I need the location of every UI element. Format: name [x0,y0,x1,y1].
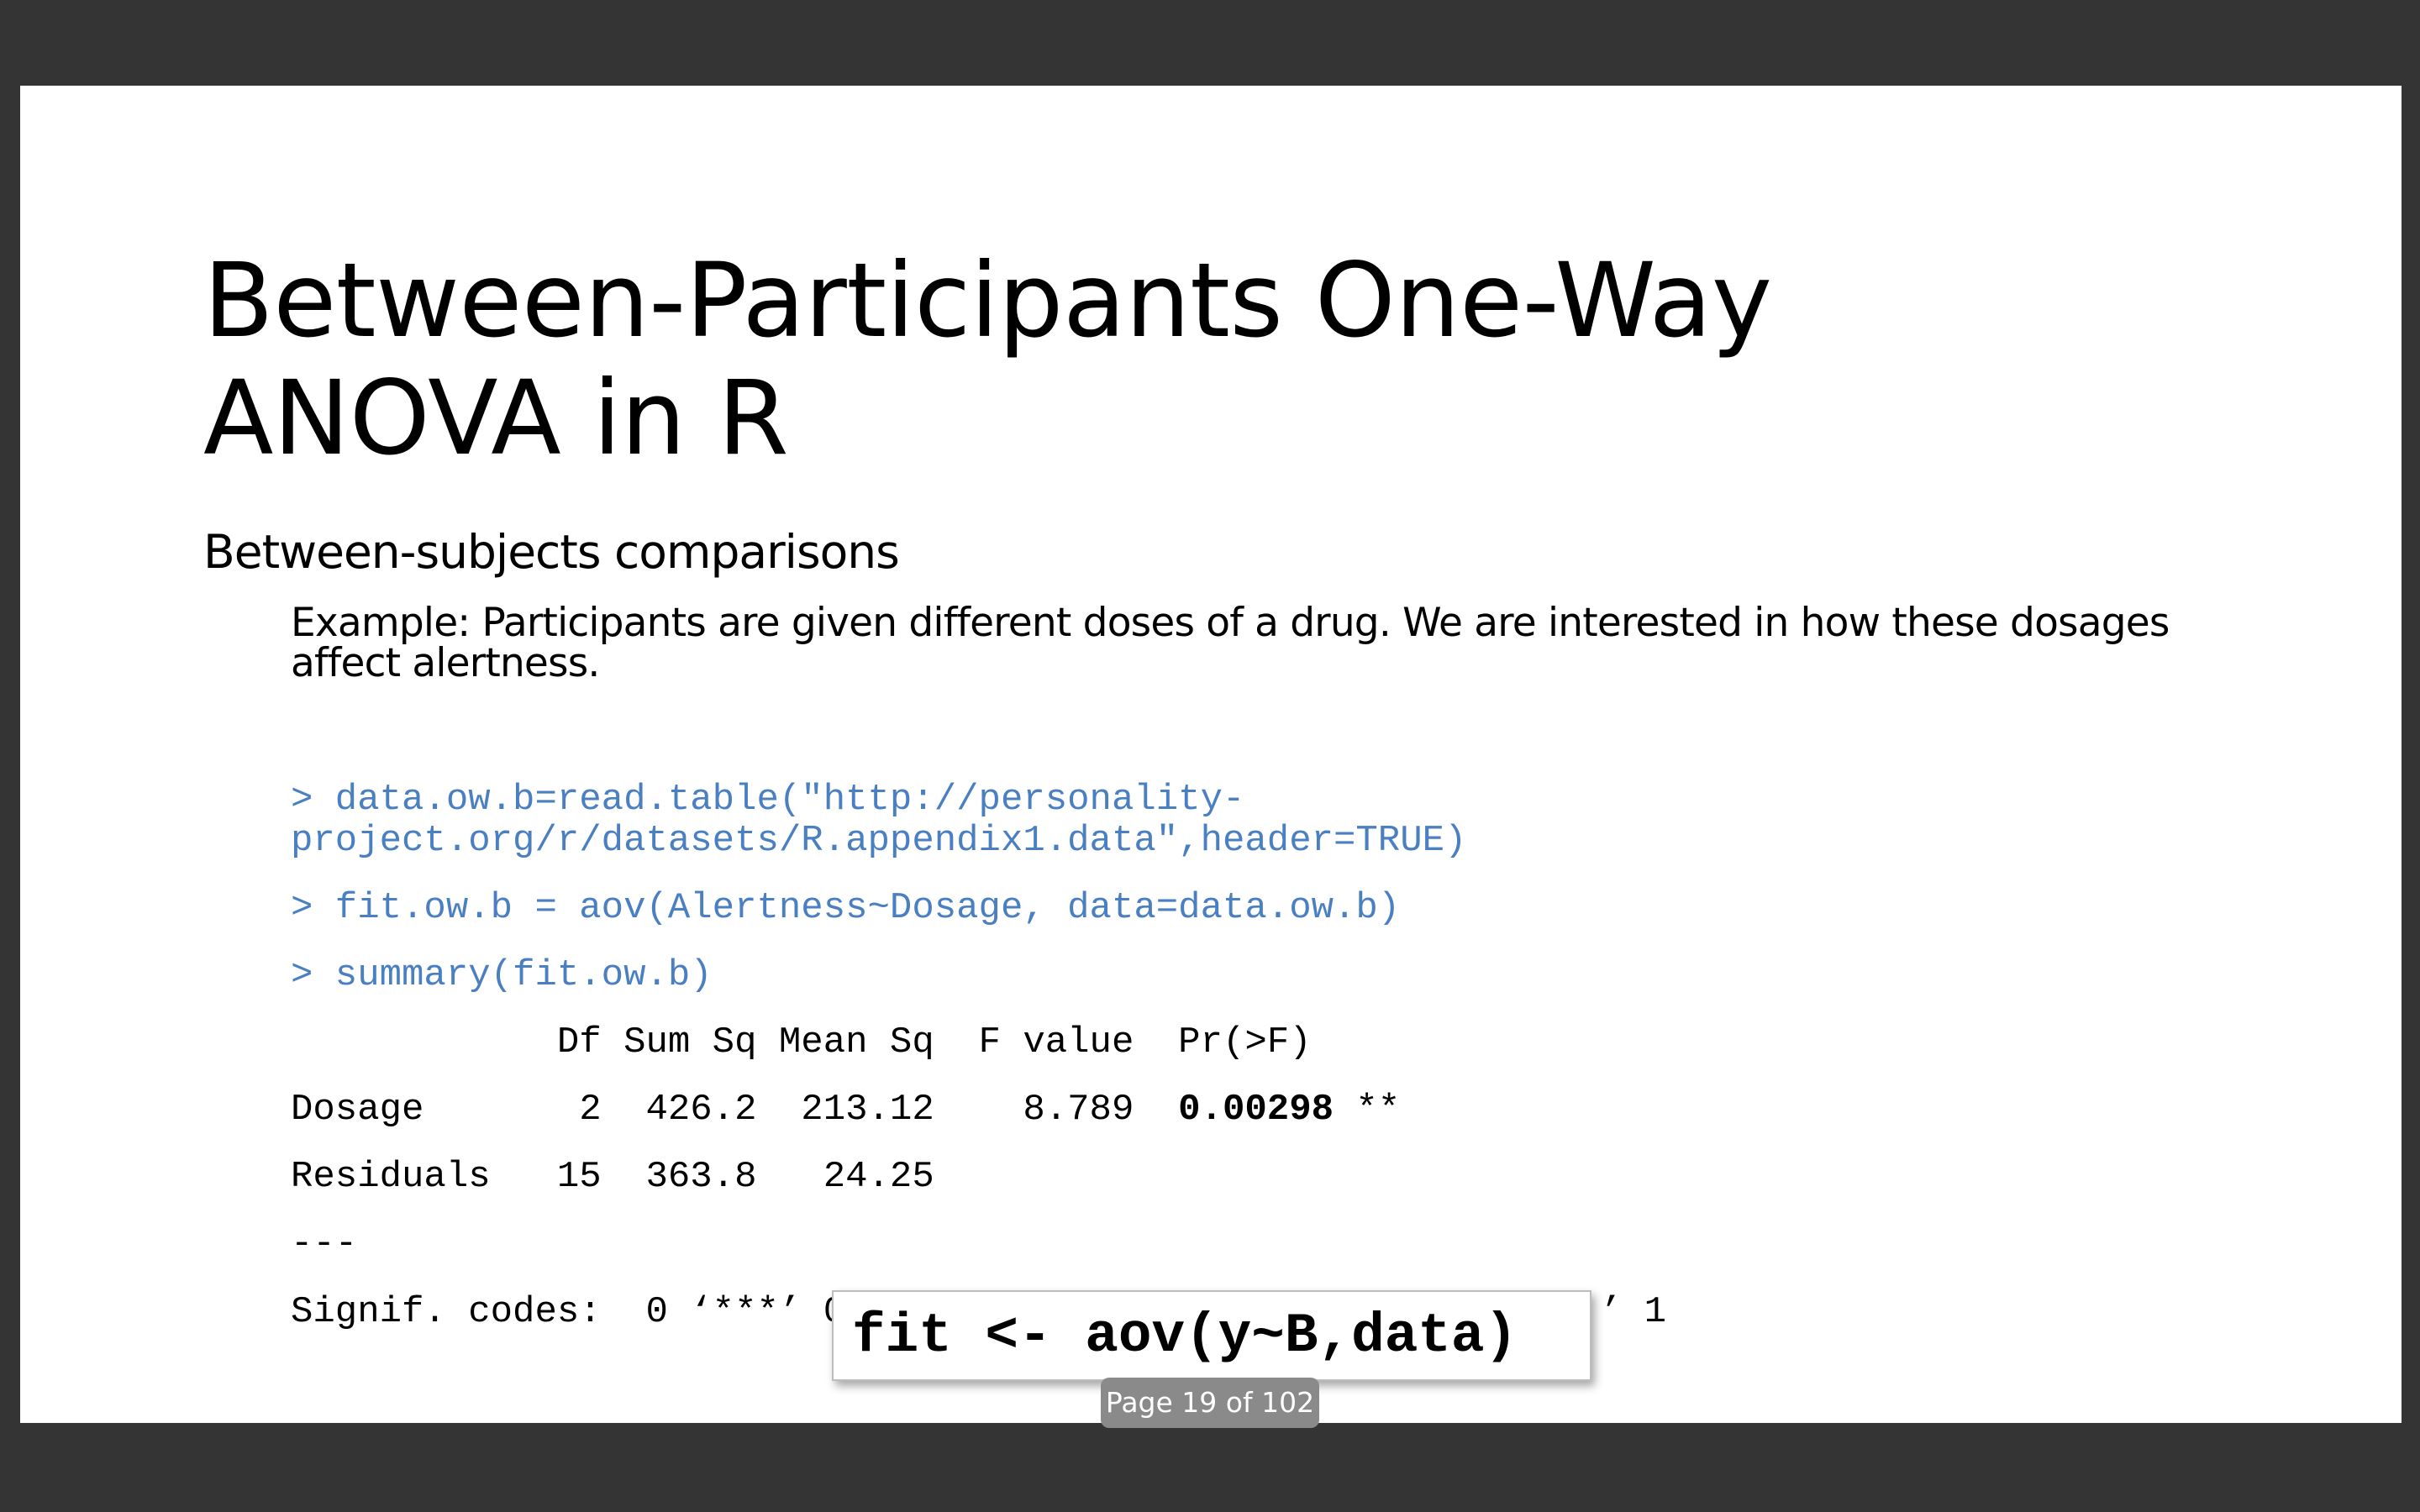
slide-page: Between-Participants One-Way ANOVA in R … [20,86,2402,1423]
anova-row-residuals: Residuals 15 363.8 24.25 [291,1156,934,1198]
slide-title-line-1: Between-Participants One-Way [203,241,1772,360]
pdf-viewer: Between-Participants One-Way ANOVA in R … [0,0,2420,1512]
anova-dosage-signif-stars: ** [1334,1089,1401,1131]
anova-dosage-p-value: 0.00298 [1178,1089,1334,1131]
slide-title-line-2: ANOVA in R [203,359,789,478]
slide-subtitle: Between-subjects comparisons [203,525,900,579]
code-aov-command: > fit.ow.b = aov(Alertness~Dosage, data=… [291,887,1401,929]
page-indicator: Page 19 of 102 [1101,1378,1319,1428]
slide-title: Between-Participants One-Way ANOVA in R [203,242,1772,477]
code-read-table-line-2: project.org/r/datasets/R.appendix1.data"… [291,820,1467,862]
anova-table-header: Df Sum Sq Mean Sq F value Pr(>F) [291,1021,1312,1063]
aov-callout-box: fit <- aov(y~B,data) [832,1290,1591,1381]
code-read-table-line-1: > data.ow.b=read.table("http://personali… [291,779,1245,821]
aov-callout-text: fit <- aov(y~B,data) [852,1305,1518,1368]
anova-row-dosage: Dosage 2 426.2 213.12 8.789 0.00298 ** [291,1089,1400,1131]
anova-separator: --- [291,1223,358,1265]
example-text: Example: Participants are given differen… [291,600,2170,686]
anova-row-dosage-values: Dosage 2 426.2 213.12 8.789 [291,1089,1179,1131]
code-summary-command: > summary(fit.ow.b) [291,954,713,996]
